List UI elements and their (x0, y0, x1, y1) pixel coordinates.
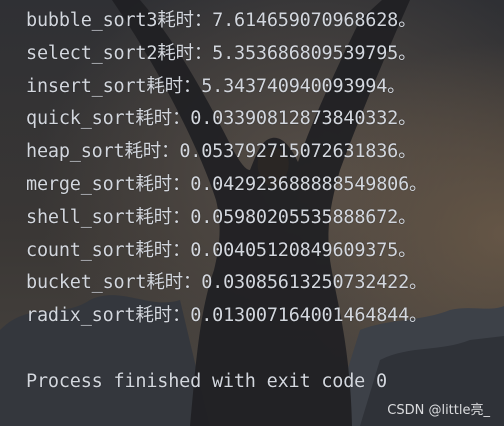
console-line: insert_sort耗时：5.343740940093994。 (26, 75, 406, 97)
watermark: CSDN @little亮_ (387, 403, 490, 418)
console-line: radix_sort耗时：0.013007164001464844。 (26, 305, 428, 327)
console-line: quick_sort耗时：0.03390812873840332。 (26, 108, 417, 130)
console-line: bubble_sort3耗时：7.614659070968628。 (26, 10, 417, 31)
console-line: merge_sort耗时：0.042923688888549806。 (26, 173, 428, 195)
console-line: bucket_sort耗时：0.03085613250732422。 (26, 272, 428, 294)
console-line: heap_sort耗时：0.053792715072631836。 (26, 141, 417, 163)
console-line: shell_sort耗时：0.05980205535888672。 (26, 206, 417, 228)
console-line: count_sort耗时：0.00405120849609375。 (26, 239, 417, 261)
exit-message: Process finished with exit code 0 (26, 370, 387, 392)
console-output: bubble_sort3耗时：7.614659070968628。 select… (26, 5, 496, 399)
console-line: select_sort2耗时：5.353686809539795。 (26, 42, 417, 64)
